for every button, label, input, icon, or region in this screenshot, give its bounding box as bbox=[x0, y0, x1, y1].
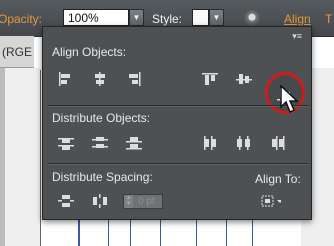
divider bbox=[47, 163, 309, 165]
vertical-align-center-button[interactable] bbox=[233, 69, 255, 89]
vertical-distribute-space-icon bbox=[58, 195, 74, 207]
vertical-distribute-bottom-icon bbox=[126, 137, 142, 150]
align-panel: ▾≡ Align Objects: Distribute Objects: Di… bbox=[42, 26, 312, 220]
opacity-input[interactable]: 100% bbox=[63, 9, 129, 26]
horizontal-distribute-right-button[interactable] bbox=[267, 133, 289, 153]
panel-menu-icon[interactable]: ▾≡ bbox=[292, 31, 302, 42]
vertical-distribute-center-button[interactable] bbox=[89, 133, 111, 153]
align-to-selection-button[interactable] bbox=[259, 191, 281, 211]
align-to-label: Align To: bbox=[255, 172, 301, 186]
horizontal-align-left-button[interactable] bbox=[55, 69, 77, 89]
horizontal-distribute-space-button[interactable] bbox=[89, 191, 111, 211]
horizontal-align-center-icon bbox=[95, 72, 105, 86]
opacity-label[interactable]: Opacity: bbox=[0, 12, 42, 26]
vertical-align-top-icon bbox=[202, 73, 218, 85]
horizontal-align-center-button[interactable] bbox=[89, 69, 111, 89]
horizontal-distribute-space-icon bbox=[93, 194, 107, 208]
style-dropdown-button[interactable]: ▼ bbox=[209, 9, 224, 26]
horizontal-distribute-center-icon bbox=[237, 136, 250, 150]
divider bbox=[47, 105, 309, 107]
mouse-cursor-icon bbox=[280, 85, 299, 114]
horizontal-distribute-center-button[interactable] bbox=[233, 133, 255, 153]
style-swatch[interactable] bbox=[192, 9, 209, 26]
align-to-selection-icon bbox=[261, 195, 281, 207]
distribute-spacing-title: Distribute Spacing: bbox=[52, 170, 153, 184]
vertical-align-top-button[interactable] bbox=[199, 69, 221, 89]
align-objects-title: Align Objects: bbox=[52, 45, 127, 59]
align-link[interactable]: Align bbox=[284, 12, 311, 26]
vertical-distribute-center-icon bbox=[92, 137, 108, 148]
horizontal-distribute-left-icon bbox=[204, 136, 216, 150]
horizontal-align-right-icon bbox=[129, 72, 141, 86]
horizontal-align-right-button[interactable] bbox=[123, 69, 145, 89]
document-tab[interactable]: (RGE bbox=[0, 36, 34, 68]
vertical-distribute-bottom-button[interactable] bbox=[123, 133, 145, 153]
vertical-distribute-top-icon bbox=[58, 138, 74, 150]
distribute-objects-title: Distribute Objects: bbox=[52, 111, 151, 125]
recolor-artwork-icon[interactable] bbox=[244, 10, 260, 26]
vertical-distribute-top-button[interactable] bbox=[55, 133, 77, 153]
ruler bbox=[0, 68, 5, 246]
vertical-distribute-space-button[interactable] bbox=[55, 191, 77, 211]
horizontal-align-left-icon bbox=[59, 72, 70, 86]
style-label: Style: bbox=[152, 12, 183, 26]
spacing-stepper[interactable]: ▴ ▾ bbox=[124, 194, 133, 208]
vertical-align-center-icon bbox=[236, 74, 252, 84]
horizontal-distribute-right-icon bbox=[272, 136, 285, 150]
opacity-dropdown-button[interactable]: ▼ bbox=[129, 9, 144, 26]
transform-link[interactable]: T bbox=[325, 12, 332, 26]
horizontal-distribute-left-button[interactable] bbox=[199, 133, 221, 153]
